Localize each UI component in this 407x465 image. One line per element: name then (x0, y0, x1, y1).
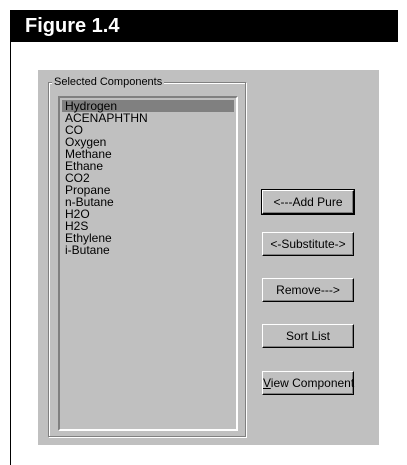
selected-components-label: Selected Components (52, 75, 165, 89)
remove-button[interactable]: Remove---> (262, 278, 354, 302)
selected-components-list[interactable]: Hydrogen ACENAPHTHN CO Oxygen Methane Et… (58, 96, 238, 431)
list-item-i-butane[interactable]: i-Butane (62, 244, 234, 256)
component-selection-dialog: Selected Components Hydrogen ACENAPHTHN … (38, 70, 379, 445)
sort-list-button[interactable]: Sort List (262, 324, 354, 348)
view-component-accelerator: V (263, 376, 271, 390)
add-pure-button[interactable]: <---Add Pure (261, 189, 355, 215)
substitute-button[interactable]: <-Substitute-> (262, 232, 354, 256)
view-component-label: iew Component (270, 376, 355, 390)
figure-title: Figure 1.4 (10, 10, 398, 42)
list-item-acenaphthn[interactable]: ACENAPHTHN (62, 112, 234, 124)
view-component-button[interactable]: View Component (262, 371, 354, 395)
figure-left-rule (10, 42, 11, 465)
